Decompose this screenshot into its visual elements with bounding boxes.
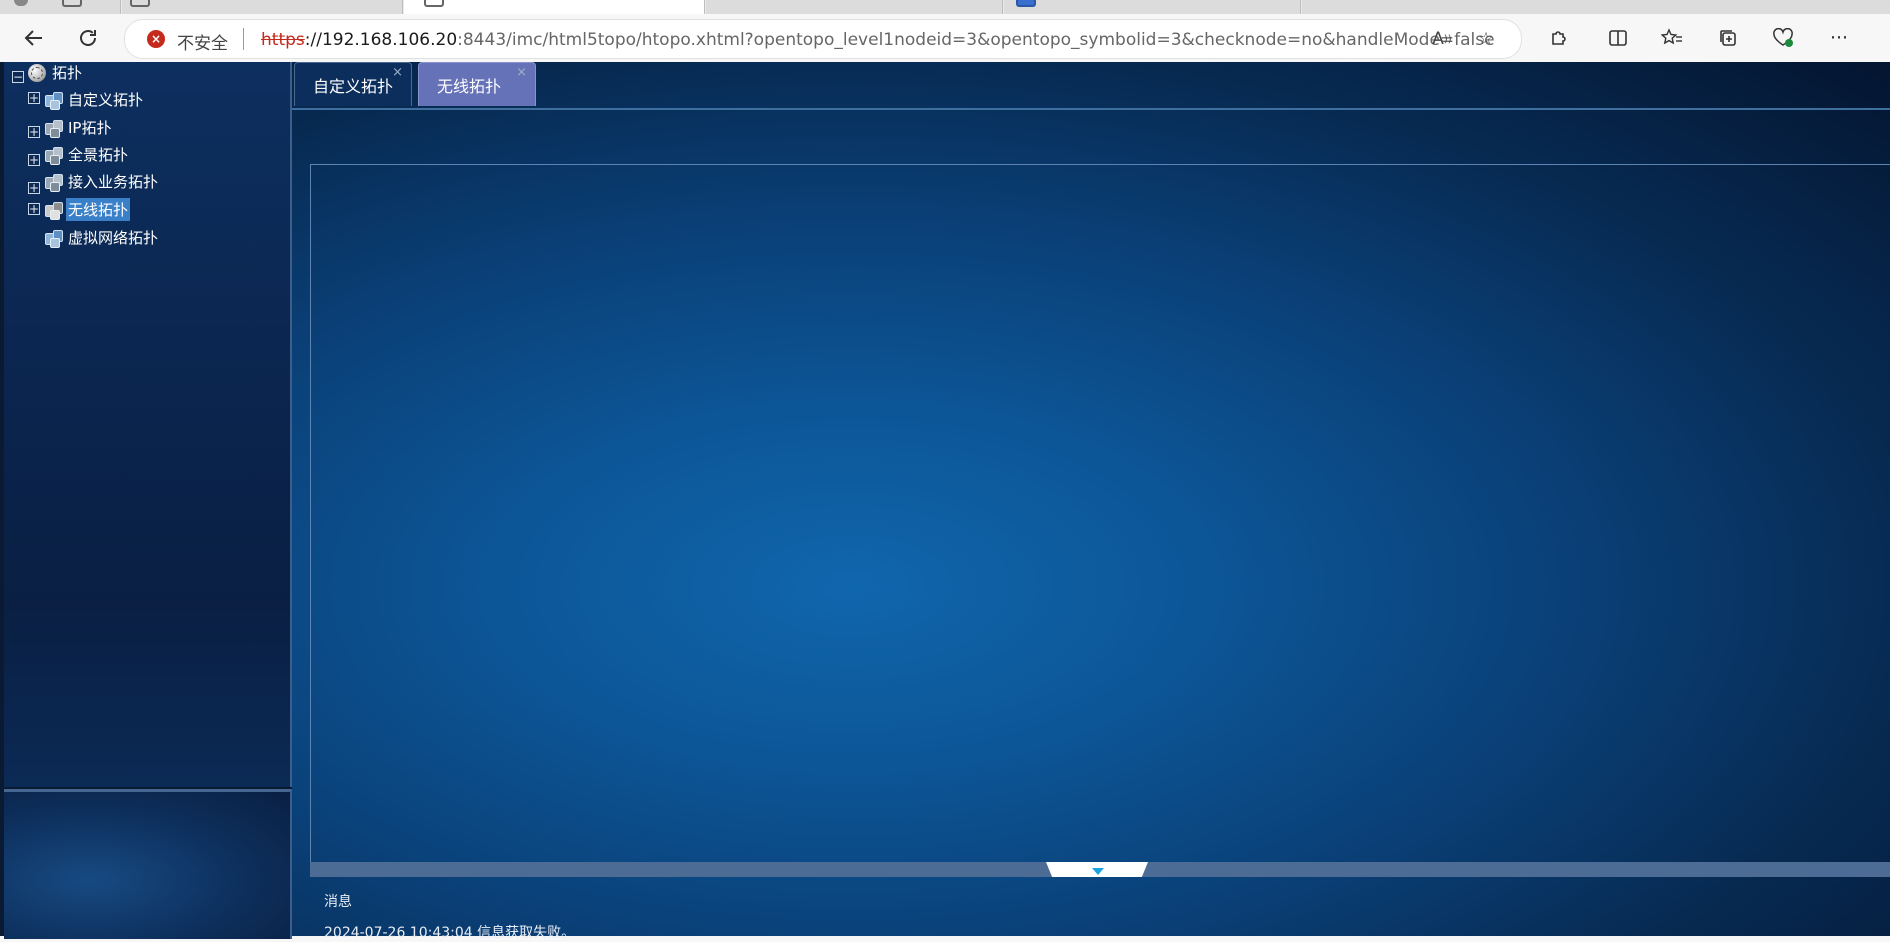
url-text[interactable]: https://192.168.106.20:8443/imc/html5top…	[261, 30, 1495, 50]
tree-item-label[interactable]: 自定义拓扑	[66, 88, 145, 111]
tree-item-access-service-topology[interactable]: + 接入业务拓扑	[24, 170, 160, 194]
tab-favicon-icon	[1016, 0, 1036, 7]
back-arrow-icon	[24, 30, 42, 46]
url-path: :8443/imc/html5topo/htopo.xhtml?opentopo…	[457, 30, 1495, 50]
browser-tab[interactable]	[122, 0, 403, 14]
topology-canvas[interactable]	[310, 164, 1890, 863]
profile-avatar-icon[interactable]	[14, 0, 28, 6]
message-panel-splitter[interactable]	[310, 862, 1890, 877]
back-button[interactable]	[18, 22, 50, 54]
wireless-network-icon	[44, 201, 64, 220]
more-menu-icon[interactable]: ···	[1825, 24, 1853, 52]
topology-tree-panel: − 拓扑 + 自定义拓扑 + IP拓扑 + 全景拓扑 + 接入业务拓扑 + 无线…	[4, 62, 292, 787]
divider	[243, 28, 244, 50]
refresh-icon	[80, 30, 96, 46]
close-icon[interactable]: ×	[392, 65, 403, 80]
not-secure-icon[interactable]: ×	[147, 30, 165, 48]
address-bar[interactable]: × 不安全 https://192.168.106.20:8443/imc/ht…	[124, 19, 1522, 59]
browser-essentials-icon[interactable]	[1769, 24, 1797, 52]
security-label[interactable]: 不安全	[177, 29, 228, 54]
split-screen-glyph	[1609, 30, 1627, 46]
tab-favicon-icon	[130, 0, 150, 7]
tree-item-label[interactable]: 全景拓扑	[66, 143, 130, 166]
message-line: 2024-07-26 10:43:04 信息获取失败。	[324, 925, 576, 941]
tree-item-label-selected[interactable]: 无线拓扑	[66, 198, 131, 221]
collections-glyph	[1720, 30, 1736, 46]
message-panel-title: 消息	[324, 894, 352, 910]
split-screen-icon[interactable]	[1604, 24, 1632, 52]
tree-item-label[interactable]: 接入业务拓扑	[66, 170, 160, 193]
tree-item-label[interactable]: 虚拟网络拓扑	[66, 226, 160, 249]
topology-node-icon	[44, 91, 64, 110]
browser-tab[interactable]	[1004, 0, 1301, 14]
favorite-star-icon[interactable]: ☆	[1475, 29, 1497, 49]
topology-app: − 拓扑 + 自定义拓扑 + IP拓扑 + 全景拓扑 + 接入业务拓扑 + 无线…	[0, 62, 1890, 941]
expand-icon[interactable]: +	[28, 92, 40, 104]
browser-tab[interactable]	[0, 0, 121, 14]
collections-icon[interactable]	[1714, 24, 1742, 52]
heart-pulse-glyph	[1773, 28, 1793, 47]
tree-item-ip-topology[interactable]: + IP拓扑	[24, 116, 113, 139]
puzzle-icon	[1552, 31, 1566, 45]
url-host: ://192.168.106.20	[304, 30, 458, 50]
tree-item-wireless-topology[interactable]: + 无线拓扑	[24, 198, 131, 221]
topology-node-icon	[44, 229, 64, 248]
collapse-icon[interactable]: −	[12, 71, 24, 83]
expand-icon[interactable]: +	[28, 203, 40, 215]
network-device-icon	[44, 146, 64, 165]
expand-icon[interactable]: +	[28, 126, 40, 138]
extensions-icon[interactable]	[1545, 24, 1573, 52]
tab-custom-topology[interactable]: 自定义拓扑 ×	[294, 62, 412, 106]
collapse-down-arrow-icon[interactable]	[1092, 868, 1104, 875]
topology-main-panel: 自定义拓扑 × 无线拓扑 × 消息 2024-07-26 10:43:04 信息…	[292, 62, 1890, 941]
close-icon[interactable]: ×	[516, 65, 527, 80]
favorites-icon[interactable]	[1658, 24, 1686, 52]
url-protocol: https	[261, 30, 305, 50]
tab-wireless-topology[interactable]: 无线拓扑 ×	[418, 62, 536, 106]
expand-icon[interactable]: +	[28, 182, 40, 194]
browser-toolbar: × 不安全 https://192.168.106.20:8443/imc/ht…	[0, 14, 1890, 63]
tree-item-virtual-network-topology[interactable]: 虚拟网络拓扑	[24, 226, 160, 249]
read-aloud-icon[interactable]: A))	[1431, 29, 1453, 49]
topology-tabs: 自定义拓扑 × 无线拓扑 ×	[292, 62, 1890, 110]
tab-label: 自定义拓扑	[313, 76, 394, 96]
refresh-button[interactable]	[72, 22, 104, 54]
network-device-icon	[44, 173, 64, 192]
tree-item-label[interactable]: IP拓扑	[66, 116, 113, 139]
expand-icon[interactable]: +	[28, 154, 40, 166]
browser-tab[interactable]	[1302, 0, 1890, 14]
network-device-icon	[44, 119, 64, 138]
favorites-glyph	[1661, 28, 1682, 45]
tree-root[interactable]: − 拓扑	[8, 61, 84, 84]
tab-favicon-icon	[424, 0, 444, 7]
overview-panel	[4, 789, 292, 939]
tree-item-panorama-topology[interactable]: + 全景拓扑	[24, 143, 130, 166]
browser-tab-active[interactable]	[404, 0, 705, 14]
browser-tab-strip	[0, 0, 1890, 14]
globe-icon	[28, 63, 46, 82]
tree-root-label[interactable]: 拓扑	[50, 61, 84, 84]
tab-favicon-icon	[62, 0, 82, 7]
tree-item-custom-topology[interactable]: + 自定义拓扑	[24, 88, 145, 111]
browser-tab[interactable]	[706, 0, 1003, 14]
tab-label: 无线拓扑	[437, 76, 502, 96]
